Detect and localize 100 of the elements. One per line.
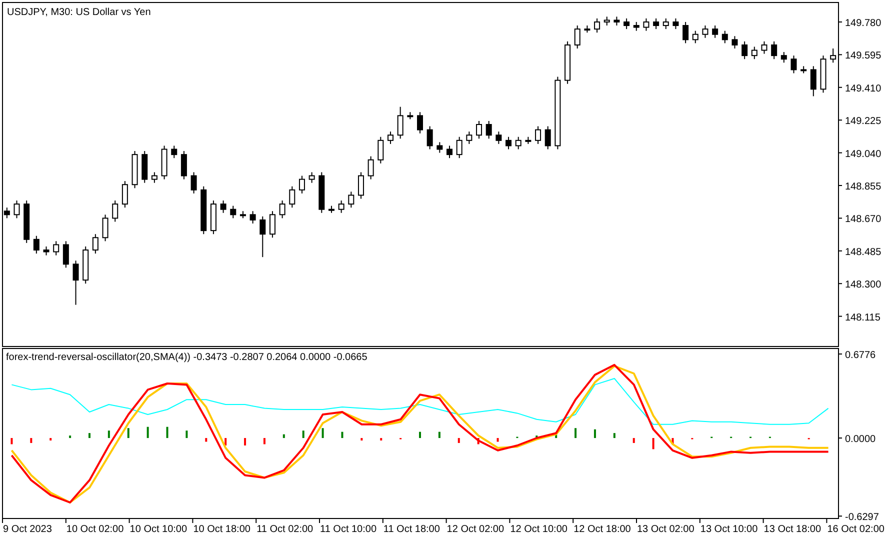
- candlestick: [633, 21, 640, 32]
- candlestick: [535, 126, 542, 144]
- y-tick-label: 148.670: [845, 214, 882, 226]
- time-axis-tick: 12 Oct 18:00: [572, 518, 631, 535]
- candlestick: [14, 200, 20, 219]
- histogram-bar: [380, 438, 382, 440]
- price-axis-tick: 149.780: [838, 18, 882, 29]
- candlestick: [190, 172, 197, 194]
- candlestick: [171, 145, 178, 159]
- histogram-bar: [438, 432, 440, 438]
- candlestick: [446, 145, 452, 159]
- candlestick: [72, 260, 79, 306]
- histogram-bar: [632, 438, 635, 443]
- candlestick: [771, 40, 778, 60]
- histogram-bar: [672, 438, 674, 444]
- candlestick: [308, 172, 315, 184]
- histogram-bar: [186, 430, 188, 438]
- candlestick: [742, 40, 748, 60]
- candlestick: [486, 120, 492, 140]
- candlestick: [564, 40, 571, 84]
- candlestick: [466, 131, 472, 144]
- time-axis-tick: 10 Oct 18:00: [192, 518, 250, 535]
- y-tick-label: 148.300: [845, 280, 882, 291]
- candlestick: [436, 142, 443, 154]
- candlestick: [298, 175, 305, 194]
- histogram-bar: [360, 438, 363, 440]
- candlestick: [220, 200, 226, 214]
- time-axis-tick: 12 Oct 02:00: [446, 518, 504, 535]
- histogram-bar: [224, 438, 227, 446]
- histogram-bar: [50, 438, 52, 440]
- time-axis-tick: 11 Oct 18:00: [382, 518, 440, 535]
- price-axis-tick: 148.855: [838, 182, 882, 192]
- candlestick: [43, 246, 50, 256]
- y-tick-label: 148.115: [845, 312, 881, 324]
- candlestick: [751, 46, 758, 60]
- candlestick: [151, 172, 158, 184]
- time-axis-tick: 13 Oct 18:00: [762, 518, 822, 535]
- candlestick: [102, 214, 108, 242]
- candlestick: [476, 120, 482, 140]
- candlestick: [790, 55, 797, 74]
- candlestick: [525, 136, 532, 144]
- time-axis-tick: 10 Oct 10:00: [128, 518, 188, 535]
- y-tick-label: 149.780: [845, 18, 882, 29]
- indicator-axis-tick: 0.0000: [838, 434, 876, 446]
- candlestick: [584, 25, 590, 34]
- candlestick: [672, 18, 679, 30]
- histogram-bar: [244, 438, 246, 446]
- histogram-bar: [322, 428, 324, 438]
- histogram-bar: [555, 433, 558, 438]
- candlestick: [496, 131, 502, 144]
- candlestick: [24, 200, 30, 244]
- y-tick-label: 149.410: [845, 83, 882, 94]
- time-axis-tick: 11 Oct 10:00: [319, 518, 377, 535]
- candlestick: [358, 172, 364, 200]
- candlestick: [426, 126, 433, 150]
- histogram-bar: [496, 438, 499, 442]
- histogram-bar: [536, 436, 538, 438]
- candlestick: [702, 25, 708, 38]
- candlestick: [456, 136, 462, 159]
- y-tick-label: -0.6297: [845, 512, 880, 524]
- histogram-bar: [69, 436, 72, 438]
- candlestick: [544, 126, 551, 150]
- candlestick: [33, 235, 40, 254]
- candlestick: [269, 210, 276, 238]
- candlestick: [624, 18, 630, 30]
- candlestick: [407, 112, 414, 120]
- candlestick: [643, 18, 650, 32]
- candlestick: [289, 186, 296, 208]
- candlestick: [388, 131, 394, 144]
- histogram-bar: [574, 428, 577, 438]
- histogram-bar: [108, 430, 110, 438]
- candlestick: [132, 150, 138, 189]
- y-tick-label: 149.040: [845, 148, 882, 160]
- histogram-bar: [458, 438, 460, 443]
- candlestick: [722, 30, 728, 44]
- candlestick: [594, 18, 600, 34]
- indicator-axis-tick: -0.6297: [838, 512, 879, 524]
- candlestick: [230, 205, 236, 219]
- candlestick: [82, 246, 89, 284]
- candlestick: [653, 18, 660, 30]
- candlestick: [506, 136, 512, 150]
- histogram-bar: [30, 438, 32, 443]
- histogram-bar: [652, 438, 654, 450]
- chart-title: USDJPY, M30: US Dollar vs Yen: [7, 7, 151, 18]
- price-axis-tick: 149.225: [838, 116, 882, 128]
- histogram-bar: [263, 438, 266, 444]
- candlestick: [614, 16, 620, 26]
- y-tick-label: 149.225: [845, 116, 882, 128]
- candlestick: [368, 156, 374, 180]
- price-axis-tick: 149.410: [838, 83, 882, 94]
- candlestick: [397, 106, 404, 140]
- histogram-bar: [594, 429, 596, 438]
- candlestick: [180, 150, 187, 180]
- candlestick: [761, 40, 768, 54]
- candlestick: [682, 21, 689, 44]
- candlestick: [692, 30, 698, 44]
- candlestick: [732, 36, 738, 49]
- histogram-bar: [146, 426, 149, 438]
- price-axis-tick: 149.040: [838, 148, 882, 160]
- histogram-bar: [302, 430, 304, 438]
